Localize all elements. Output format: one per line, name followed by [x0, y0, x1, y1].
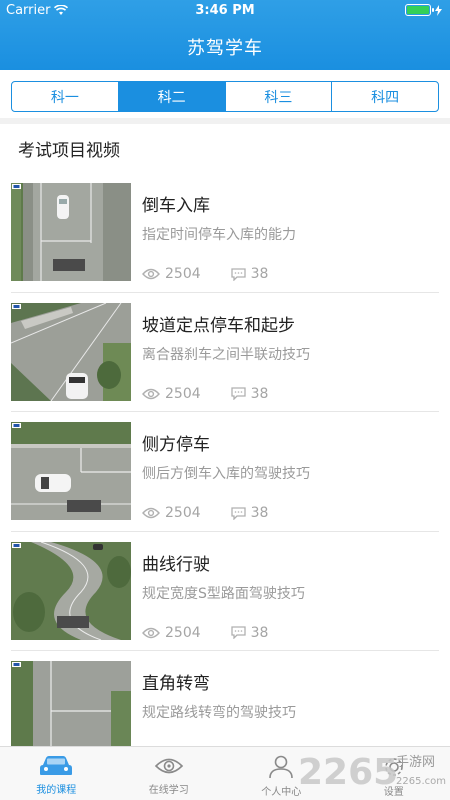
- video-title: 坡道定点停车和起步: [142, 315, 295, 336]
- video-desc: 指定时间停车入库的能力: [142, 227, 296, 243]
- tab-subject-3[interactable]: 科三: [226, 82, 333, 111]
- video-title: 曲线行驶: [142, 554, 210, 575]
- views-stat: 2504: [142, 386, 201, 402]
- comments-count: 38: [250, 505, 269, 521]
- comments-count: 38: [250, 266, 269, 282]
- comments-count: 38: [250, 385, 269, 402]
- comment-icon: [230, 506, 246, 520]
- comments-count: 38: [250, 624, 269, 641]
- views-stat: 2504: [142, 266, 201, 282]
- video-stats: 2504 38: [142, 266, 268, 282]
- section-title: 考试项目视频: [18, 141, 120, 161]
- eye-icon: [142, 268, 160, 280]
- bottom-tab-bar: 我的课程 在线学习 个人中心 设置: [0, 746, 450, 800]
- video-title: 侧方停车: [142, 435, 210, 455]
- eye-icon: [154, 758, 183, 774]
- video-stats: 2504 38: [142, 505, 268, 521]
- video-desc: 离合器刹车之间半联动技巧: [142, 346, 310, 363]
- comment-icon: [230, 267, 246, 281]
- video-stats: 2504 38: [142, 625, 268, 641]
- nav-label: 个人中心: [261, 787, 302, 798]
- eye-icon: [142, 507, 160, 519]
- video-desc: 规定宽度S型路面驾驶技巧: [142, 585, 305, 602]
- views-count: 2504: [165, 385, 201, 402]
- page-title: 苏驾学车: [187, 38, 263, 59]
- section-divider: [0, 118, 450, 124]
- eye-icon: [142, 388, 160, 399]
- nav-my-courses[interactable]: 我的课程: [0, 747, 113, 800]
- video-thumbnail: [11, 661, 131, 759]
- video-thumbnail: [11, 422, 131, 520]
- tab-subject-2[interactable]: 科二: [118, 82, 226, 111]
- list-item[interactable]: 侧方停车 侧后方倒车入库的驾驶技巧 2504 38: [0, 422, 450, 542]
- comments-stat: 38: [230, 505, 269, 521]
- comments-stat: 38: [230, 624, 269, 641]
- video-title: 直角转弯: [142, 674, 210, 694]
- nav-personal-center[interactable]: 个人中心: [225, 747, 338, 800]
- nav-settings[interactable]: 设置: [338, 747, 450, 800]
- video-desc: 规定路线转弯的驾驶技巧: [142, 705, 296, 721]
- list-item[interactable]: 坡道定点停车和起步 离合器刹车之间半联动技巧 2504 38: [0, 302, 450, 423]
- status-right: [405, 4, 442, 16]
- views-stat: 2504: [142, 505, 201, 521]
- video-thumbnail: [11, 183, 131, 281]
- nav-label: 在线学习: [148, 785, 189, 796]
- car-icon: [40, 756, 73, 775]
- comments-stat: 38: [230, 266, 269, 282]
- video-thumbnail: [11, 302, 131, 401]
- video-title: 倒车入库: [142, 196, 210, 216]
- nav-online-learning[interactable]: 在线学习: [113, 747, 226, 800]
- battery-icon: [405, 4, 434, 16]
- views-stat: 2504: [142, 625, 201, 641]
- tab-subject-1[interactable]: 科一: [12, 82, 119, 111]
- video-desc: 侧后方倒车入库的驾驶技巧: [142, 466, 310, 482]
- tab-subject-4[interactable]: 科四: [332, 82, 438, 111]
- views-count: 2504: [165, 624, 201, 641]
- video-thumbnail: [11, 541, 131, 640]
- views-count: 2504: [165, 505, 201, 521]
- comments-stat: 38: [230, 385, 269, 402]
- views-count: 2504: [165, 266, 201, 282]
- person-icon: [269, 755, 294, 779]
- comment-icon: [230, 626, 246, 639]
- nav-label: 设置: [383, 787, 404, 798]
- app-header: Carrier 3:46 PM 苏驾学车: [0, 0, 450, 70]
- comment-icon: [230, 387, 246, 400]
- status-bar: Carrier 3:46 PM: [0, 0, 450, 22]
- gear-icon: [384, 758, 403, 776]
- nav-label: 我的课程: [36, 785, 77, 796]
- eye-icon: [142, 627, 160, 638]
- list-item[interactable]: 曲线行驶 规定宽度S型路面驾驶技巧 2504 38: [0, 541, 450, 662]
- video-stats: 2504 38: [142, 386, 268, 402]
- list-item[interactable]: 倒车入库 指定时间停车入库的能力 2504 38: [0, 183, 450, 303]
- status-time: 3:46 PM: [195, 3, 255, 18]
- subject-tabs: 科一 科二 科三 科四: [11, 81, 439, 112]
- charging-icon: [435, 4, 442, 16]
- video-list: 倒车入库 指定时间停车入库的能力 2504 38 坡道定点停车和起步 离合器刹车…: [0, 183, 450, 781]
